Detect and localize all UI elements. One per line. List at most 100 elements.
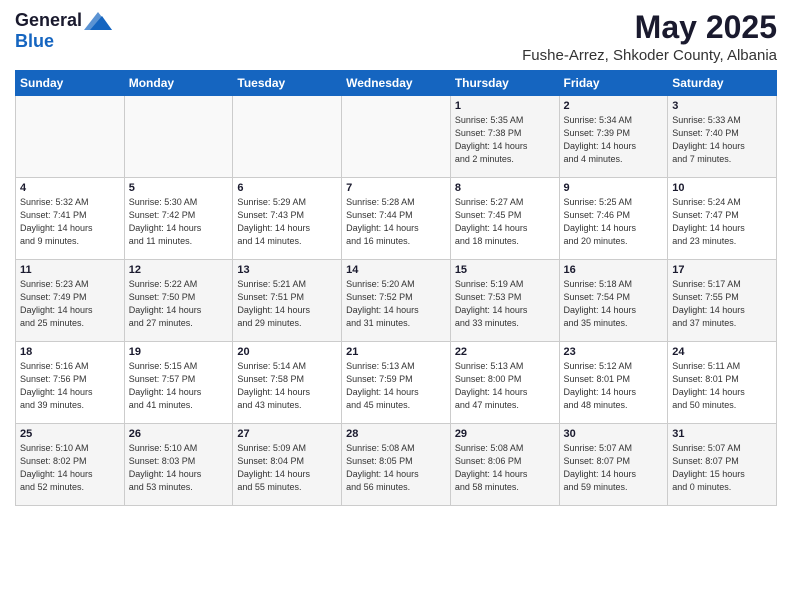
day-number: 17 [672, 264, 772, 276]
day-number: 2 [564, 100, 664, 112]
day-number: 26 [129, 428, 229, 440]
logo-blue-text: Blue [15, 31, 54, 52]
day-cell: 14 Sunrise: 5:20 AM Sunset: 7:52 PM Dayli… [342, 260, 451, 342]
column-header-monday: Monday [124, 71, 233, 96]
day-info: Sunrise: 5:10 AM Sunset: 8:03 PM Dayligh… [129, 442, 229, 494]
day-info: Sunrise: 5:25 AM Sunset: 7:46 PM Dayligh… [564, 196, 664, 248]
week-row-5: 25 Sunrise: 5:10 AM Sunset: 8:02 PM Dayli… [16, 424, 777, 506]
day-info: Sunrise: 5:13 AM Sunset: 7:59 PM Dayligh… [346, 360, 446, 412]
day-info: Sunrise: 5:07 AM Sunset: 8:07 PM Dayligh… [564, 442, 664, 494]
column-header-sunday: Sunday [16, 71, 125, 96]
week-row-2: 4 Sunrise: 5:32 AM Sunset: 7:41 PM Daylig… [16, 178, 777, 260]
day-number: 19 [129, 346, 229, 358]
day-number: 30 [564, 428, 664, 440]
day-info: Sunrise: 5:09 AM Sunset: 8:04 PM Dayligh… [237, 442, 337, 494]
day-info: Sunrise: 5:24 AM Sunset: 7:47 PM Dayligh… [672, 196, 772, 248]
day-number: 11 [20, 264, 120, 276]
column-header-wednesday: Wednesday [342, 71, 451, 96]
day-info: Sunrise: 5:15 AM Sunset: 7:57 PM Dayligh… [129, 360, 229, 412]
calendar-table: SundayMondayTuesdayWednesdayThursdayFrid… [15, 70, 777, 506]
day-cell: 3Sunrise: 5:33 AM Sunset: 7:40 PM Daylig… [668, 96, 777, 178]
day-number: 9 [564, 182, 664, 194]
day-number: 13 [237, 264, 337, 276]
day-cell: 17 Sunrise: 5:17 AM Sunset: 7:55 PM Dayli… [668, 260, 777, 342]
title-area: May 2025 Fushe-Arrez, Shkoder County, Al… [522, 10, 777, 64]
column-header-saturday: Saturday [668, 71, 777, 96]
day-cell: 31 Sunrise: 5:07 AM Sunset: 8:07 PM Dayli… [668, 424, 777, 506]
day-cell: 21 Sunrise: 5:13 AM Sunset: 7:59 PM Dayli… [342, 342, 451, 424]
day-cell: 5Sunrise: 5:30 AM Sunset: 7:42 PM Daylig… [124, 178, 233, 260]
day-cell: 27Sunrise: 5:09 AM Sunset: 8:04 PM Dayli… [233, 424, 342, 506]
day-number: 24 [672, 346, 772, 358]
day-cell: 9 Sunrise: 5:25 AM Sunset: 7:46 PM Daylig… [559, 178, 668, 260]
day-cell: 19 Sunrise: 5:15 AM Sunset: 7:57 PM Dayli… [124, 342, 233, 424]
day-cell: 10 Sunrise: 5:24 AM Sunset: 7:47 PM Dayli… [668, 178, 777, 260]
day-number: 22 [455, 346, 555, 358]
day-number: 21 [346, 346, 446, 358]
day-cell: 8Sunrise: 5:27 AM Sunset: 7:45 PM Daylig… [450, 178, 559, 260]
day-info: Sunrise: 5:27 AM Sunset: 7:45 PM Dayligh… [455, 196, 555, 248]
day-cell: 23Sunrise: 5:12 AM Sunset: 8:01 PM Dayli… [559, 342, 668, 424]
day-cell: 30 Sunrise: 5:07 AM Sunset: 8:07 PM Dayli… [559, 424, 668, 506]
day-info: Sunrise: 5:20 AM Sunset: 7:52 PM Dayligh… [346, 278, 446, 330]
day-info: Sunrise: 5:22 AM Sunset: 7:50 PM Dayligh… [129, 278, 229, 330]
day-number: 14 [346, 264, 446, 276]
day-cell: 12 Sunrise: 5:22 AM Sunset: 7:50 PM Dayli… [124, 260, 233, 342]
day-info: Sunrise: 5:13 AM Sunset: 8:00 PM Dayligh… [455, 360, 555, 412]
day-cell: 28Sunrise: 5:08 AM Sunset: 8:05 PM Dayli… [342, 424, 451, 506]
day-info: Sunrise: 5:17 AM Sunset: 7:55 PM Dayligh… [672, 278, 772, 330]
column-header-thursday: Thursday [450, 71, 559, 96]
day-number: 20 [237, 346, 337, 358]
day-number: 4 [20, 182, 120, 194]
day-number: 31 [672, 428, 772, 440]
location-subtitle: Fushe-Arrez, Shkoder County, Albania [522, 47, 777, 64]
day-number: 1 [455, 100, 555, 112]
week-row-4: 18Sunrise: 5:16 AM Sunset: 7:56 PM Dayli… [16, 342, 777, 424]
day-cell: 29Sunrise: 5:08 AM Sunset: 8:06 PM Dayli… [450, 424, 559, 506]
logo-icon [84, 12, 112, 30]
day-number: 25 [20, 428, 120, 440]
day-cell: 2Sunrise: 5:34 AM Sunset: 7:39 PM Daylig… [559, 96, 668, 178]
day-cell: 4 Sunrise: 5:32 AM Sunset: 7:41 PM Daylig… [16, 178, 125, 260]
day-number: 15 [455, 264, 555, 276]
day-cell [233, 96, 342, 178]
header-row: SundayMondayTuesdayWednesdayThursdayFrid… [16, 71, 777, 96]
column-header-friday: Friday [559, 71, 668, 96]
day-info: Sunrise: 5:10 AM Sunset: 8:02 PM Dayligh… [20, 442, 120, 494]
day-cell: 16 Sunrise: 5:18 AM Sunset: 7:54 PM Dayli… [559, 260, 668, 342]
day-cell [124, 96, 233, 178]
header: General Blue May 2025 Fushe-Arrez, Shkod… [15, 10, 777, 64]
day-number: 23 [564, 346, 664, 358]
day-number: 16 [564, 264, 664, 276]
day-cell: 13Sunrise: 5:21 AM Sunset: 7:51 PM Dayli… [233, 260, 342, 342]
day-info: Sunrise: 5:23 AM Sunset: 7:49 PM Dayligh… [20, 278, 120, 330]
day-info: Sunrise: 5:28 AM Sunset: 7:44 PM Dayligh… [346, 196, 446, 248]
column-header-tuesday: Tuesday [233, 71, 342, 96]
logo: General Blue [15, 10, 112, 52]
day-info: Sunrise: 5:07 AM Sunset: 8:07 PM Dayligh… [672, 442, 772, 494]
day-info: Sunrise: 5:29 AM Sunset: 7:43 PM Dayligh… [237, 196, 337, 248]
day-cell: 15 Sunrise: 5:19 AM Sunset: 7:53 PM Dayli… [450, 260, 559, 342]
day-info: Sunrise: 5:19 AM Sunset: 7:53 PM Dayligh… [455, 278, 555, 330]
week-row-1: 1 Sunrise: 5:35 AM Sunset: 7:38 PM Daylig… [16, 96, 777, 178]
day-cell: 6Sunrise: 5:29 AM Sunset: 7:43 PM Daylig… [233, 178, 342, 260]
day-number: 12 [129, 264, 229, 276]
day-number: 3 [672, 100, 772, 112]
day-info: Sunrise: 5:14 AM Sunset: 7:58 PM Dayligh… [237, 360, 337, 412]
day-cell: 1 Sunrise: 5:35 AM Sunset: 7:38 PM Daylig… [450, 96, 559, 178]
day-cell: 24 Sunrise: 5:11 AM Sunset: 8:01 PM Dayli… [668, 342, 777, 424]
day-number: 28 [346, 428, 446, 440]
day-cell: 22 Sunrise: 5:13 AM Sunset: 8:00 PM Dayli… [450, 342, 559, 424]
day-info: Sunrise: 5:18 AM Sunset: 7:54 PM Dayligh… [564, 278, 664, 330]
day-info: Sunrise: 5:35 AM Sunset: 7:38 PM Dayligh… [455, 114, 555, 166]
day-number: 18 [20, 346, 120, 358]
day-number: 10 [672, 182, 772, 194]
day-number: 5 [129, 182, 229, 194]
day-info: Sunrise: 5:08 AM Sunset: 8:06 PM Dayligh… [455, 442, 555, 494]
month-title: May 2025 [522, 10, 777, 45]
day-cell: 7Sunrise: 5:28 AM Sunset: 7:44 PM Daylig… [342, 178, 451, 260]
week-row-3: 11 Sunrise: 5:23 AM Sunset: 7:49 PM Dayli… [16, 260, 777, 342]
day-info: Sunrise: 5:32 AM Sunset: 7:41 PM Dayligh… [20, 196, 120, 248]
day-info: Sunrise: 5:11 AM Sunset: 8:01 PM Dayligh… [672, 360, 772, 412]
day-cell: 25 Sunrise: 5:10 AM Sunset: 8:02 PM Dayli… [16, 424, 125, 506]
